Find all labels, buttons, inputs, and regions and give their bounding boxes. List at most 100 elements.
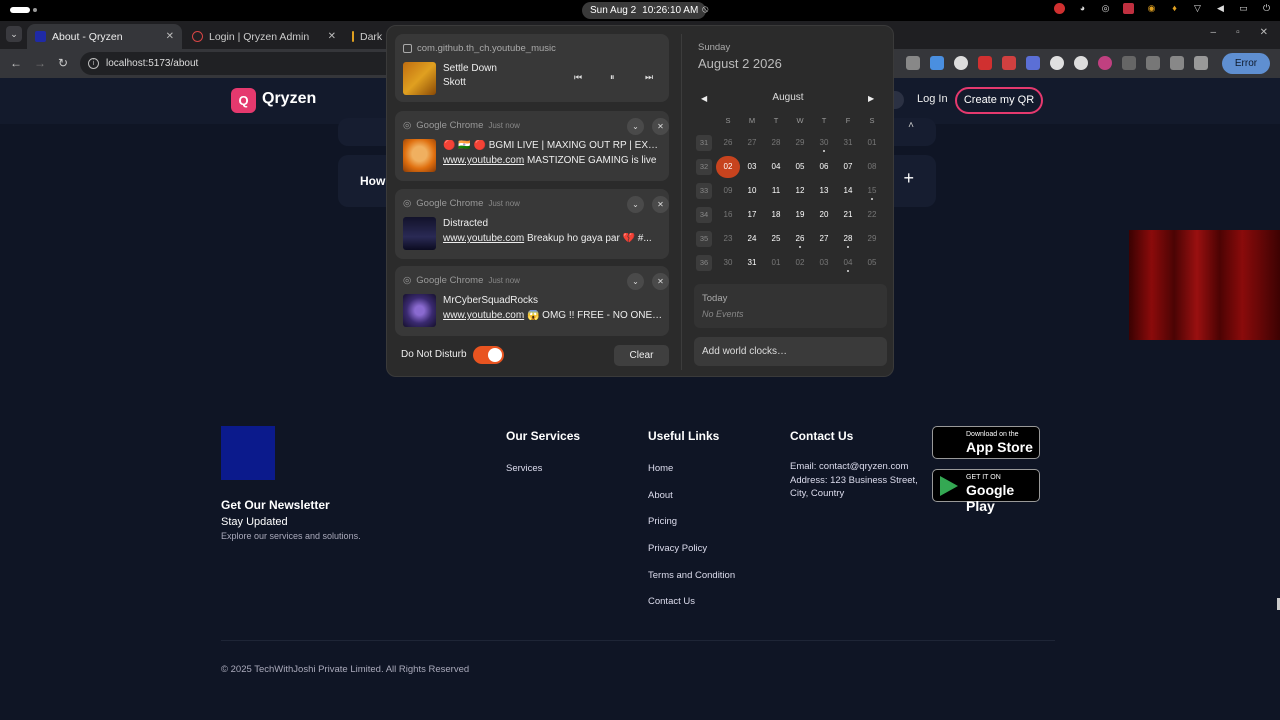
calendar-day[interactable]: 03 [812,252,836,274]
notification-card[interactable]: ◎ Google Chrome Just now ⌄ ✕ Distracted … [395,189,669,259]
extension-icon[interactable] [954,56,968,70]
calendar-day[interactable]: 03 [740,156,764,178]
calendar-day[interactable]: 05 [860,252,884,274]
calendar-day[interactable]: 05 [788,156,812,178]
home-link[interactable]: Home [648,463,673,474]
profile-error-button[interactable]: Error [1222,53,1270,74]
tab-login[interactable]: Login | Qryzen Admin ✕ [184,24,344,49]
workspace-dot[interactable] [33,8,37,12]
calendar-day[interactable]: 08 [860,156,884,178]
site-info-icon[interactable]: i [88,58,99,69]
brand-name[interactable]: Qryzen [262,90,316,108]
terms-link[interactable]: Terms and Condition [648,570,735,581]
extension-icon[interactable] [1050,56,1064,70]
tab-search-icon[interactable]: ⌄ [6,26,22,42]
calendar-day[interactable]: 06 [812,156,836,178]
previous-month-icon[interactable]: ◀ [701,94,707,103]
events-section[interactable]: Today No Events [694,284,887,328]
calendar-day[interactable]: 26 [716,132,740,154]
date-time-button[interactable]: Sun Aug 2 10:26:10 AM [582,2,707,19]
calendar-day[interactable]: 27 [812,228,836,250]
app-store-button[interactable]: Download on the App Store [932,426,1040,459]
reading-list-icon[interactable] [1170,56,1184,70]
expand-chevron-icon[interactable]: ⌄ [627,273,644,290]
calendar-day[interactable]: 09 [716,180,740,202]
brand-logo-icon[interactable]: Q [231,88,256,113]
world-clocks-button[interactable]: Add world clocks… [694,337,887,366]
create-qr-button[interactable]: Create my QR [955,87,1043,114]
expand-chevron-icon[interactable]: ⌄ [627,118,644,135]
power-icon[interactable]: ⏻ [1261,3,1272,14]
close-icon[interactable]: ✕ [652,118,669,135]
previous-track-icon[interactable]: ⏮ [574,72,582,83]
extension-icon[interactable] [1026,56,1040,70]
screen-record-icon[interactable] [1123,3,1134,14]
calendar-day[interactable]: 23 [716,228,740,250]
calendar-day[interactable]: 20 [812,204,836,226]
notification-link[interactable]: www.youtube.com [443,155,524,166]
calendar-day[interactable]: 29 [788,132,812,154]
calendar-day[interactable]: 12 [788,180,812,202]
media-player-card[interactable]: com.github.th_ch.youtube_music Settle Do… [395,34,669,102]
extension-icon[interactable] [906,56,920,70]
clear-notifications-button[interactable]: Clear [614,345,669,366]
extension-icon[interactable] [1122,56,1136,70]
back-icon[interactable]: ← [10,56,22,70]
active-workspace[interactable] [10,7,30,13]
calendar-day[interactable]: 13 [812,180,836,202]
minimize-icon[interactable]: – [1211,27,1217,38]
system-tray[interactable]: ◕ ◎ ◉ ♦ ▽ ◀ ▭ ⏻ [1054,3,1272,14]
notification-card[interactable]: ◎ Google Chrome Just now ⌄ ✕ 🔴 🇮🇳 🔴 BGMI… [395,111,669,181]
calendar-day[interactable]: 19 [788,204,812,226]
calendar-day[interactable]: 10 [740,180,764,202]
microphone-icon[interactable]: ♦ [1169,3,1180,14]
battery-icon[interactable]: ▭ [1238,3,1249,14]
tab-about[interactable]: About - Qryzen ✕ [27,24,182,49]
profile-icon[interactable] [1194,56,1208,70]
expand-plus-icon[interactable]: + [903,168,914,189]
calendar-day[interactable]: 04 [836,252,860,274]
steam-icon[interactable]: ◎ [1100,3,1111,14]
tab-dark[interactable]: Dark [344,24,388,49]
workspace-indicator[interactable] [10,7,37,13]
calendar-day[interactable]: 28 [764,132,788,154]
reload-icon[interactable]: ↻ [58,56,68,70]
notification-card[interactable]: ◎ Google Chrome Just now ⌄ ✕ MrCyberSqua… [395,266,669,336]
expand-chevron-icon[interactable]: ⌄ [627,196,644,213]
pricing-link[interactable]: Pricing [648,516,677,527]
close-tab-icon[interactable]: ✕ [166,31,174,42]
notification-link[interactable]: www.youtube.com [443,310,524,321]
next-track-icon[interactable]: ⏭ [645,72,653,83]
next-month-icon[interactable]: ▶ [868,94,874,103]
calendar-day[interactable]: 30 [812,132,836,154]
calendar-day[interactable]: 24 [740,228,764,250]
close-icon[interactable]: ✕ [652,196,669,213]
calendar-day[interactable]: 30 [716,252,740,274]
record-icon[interactable] [1054,3,1065,14]
close-window-icon[interactable]: ✕ [1260,27,1268,38]
calendar-day[interactable]: 27 [740,132,764,154]
calendar-day[interactable]: 26 [788,228,812,250]
services-link[interactable]: Services [506,463,542,474]
calendar-day[interactable]: 31 [836,132,860,154]
calendar-day[interactable]: 29 [860,228,884,250]
faq-toggle-icon[interactable]: ˄ [908,120,914,131]
calendar-day[interactable]: 02 [716,156,740,178]
calendar-day[interactable]: 11 [764,180,788,202]
calendar-day[interactable]: 25 [764,228,788,250]
calendar-day[interactable]: 04 [764,156,788,178]
forward-icon[interactable]: → [34,56,46,70]
volume-icon[interactable]: ◀ [1215,3,1226,14]
extensions-puzzle-icon[interactable] [1146,56,1160,70]
calendar-day[interactable]: 01 [860,132,884,154]
privacy-policy-link[interactable]: Privacy Policy [648,543,707,554]
calendar-day[interactable]: 07 [836,156,860,178]
do-not-disturb-toggle[interactable] [473,346,504,364]
about-link[interactable]: About [648,490,673,501]
pause-icon[interactable]: ⏸ [610,72,615,83]
google-play-button[interactable]: GET IT ON Google Play [932,469,1040,514]
extension-icon[interactable] [1098,56,1112,70]
notification-link[interactable]: www.youtube.com [443,233,524,244]
calendar-day[interactable]: 28 [836,228,860,250]
address-bar[interactable]: i localhost:5173/about [80,52,400,75]
